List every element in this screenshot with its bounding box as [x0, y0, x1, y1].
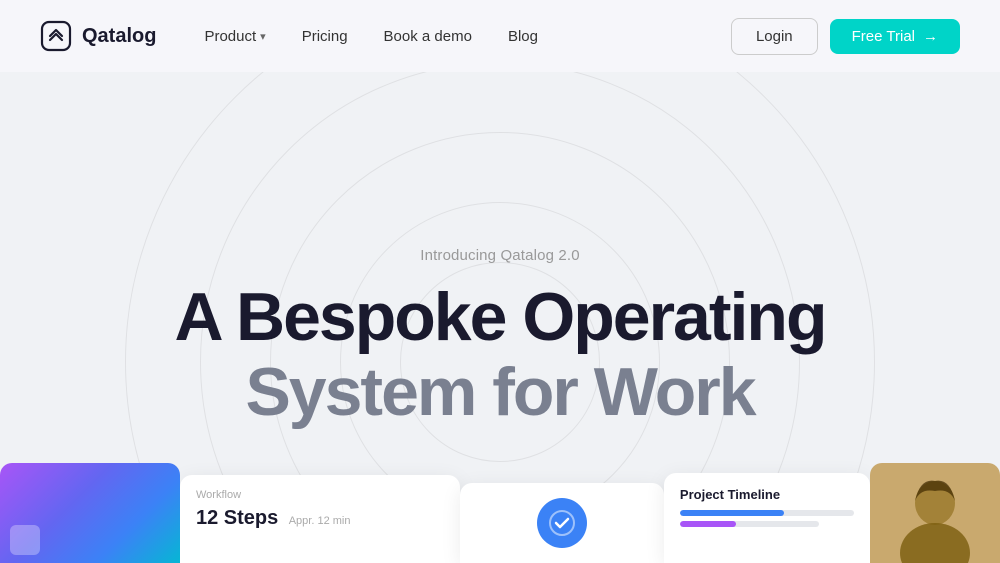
- navbar: Qatalog Product ▾ Pricing Book a demo Bl…: [0, 0, 1000, 72]
- hero-title-line2: System for Work: [175, 357, 826, 428]
- introducing-text: Introducing Qatalog 2.0: [175, 247, 826, 264]
- preview-cards: Workflow 12 Steps Appr. 12 min Project T…: [0, 463, 1000, 563]
- hero-section: Introducing Qatalog 2.0 A Bespoke Operat…: [0, 72, 1000, 563]
- timeline-label: Project Timeline: [680, 487, 854, 502]
- circle-icon: [537, 498, 587, 548]
- nav-book-demo[interactable]: Book a demo: [368, 20, 488, 53]
- workflow-steps-count: 12 Steps: [196, 507, 278, 529]
- logo-icon: [40, 20, 72, 52]
- nav-product[interactable]: Product ▾: [188, 20, 281, 53]
- timeline-bar-fill: [680, 510, 784, 516]
- navbar-left: Qatalog Product ▾ Pricing Book a demo Bl…: [40, 20, 554, 53]
- arrow-icon: →: [923, 28, 938, 45]
- hero-content: Introducing Qatalog 2.0 A Bespoke Operat…: [135, 247, 866, 429]
- timeline-bar-fill-2: [680, 521, 736, 527]
- preview-card-circle: [460, 483, 664, 563]
- logo-link[interactable]: Qatalog: [40, 20, 156, 52]
- free-trial-button[interactable]: Free Trial →: [830, 19, 960, 54]
- preview-card-timeline: Project Timeline: [664, 473, 870, 563]
- navbar-right: Login Free Trial →: [731, 18, 960, 55]
- gradient-card-inner: [10, 525, 40, 555]
- check-icon: [548, 509, 576, 537]
- logo-text: Qatalog: [82, 25, 156, 48]
- preview-card-workflow: Workflow 12 Steps Appr. 12 min: [180, 475, 460, 563]
- person-silhouette-icon: [890, 473, 980, 563]
- nav-pricing[interactable]: Pricing: [286, 20, 364, 53]
- preview-person-card: [870, 463, 1000, 563]
- timeline-bar-2: [680, 521, 819, 527]
- timeline-bar: [680, 510, 854, 516]
- nav-blog[interactable]: Blog: [492, 20, 554, 53]
- product-chevron-down-icon: ▾: [260, 30, 266, 43]
- hero-title-line1: A Bespoke Operating: [175, 282, 826, 353]
- login-button[interactable]: Login: [731, 18, 818, 55]
- workflow-time: Appr. 12 min: [289, 515, 351, 527]
- workflow-steps-row: 12 Steps Appr. 12 min: [196, 507, 444, 530]
- preview-card-gradient: [0, 463, 180, 563]
- nav-links: Product ▾ Pricing Book a demo Blog: [188, 20, 554, 53]
- hero-title: A Bespoke Operating System for Work: [175, 282, 826, 429]
- workflow-label: Workflow: [196, 489, 444, 501]
